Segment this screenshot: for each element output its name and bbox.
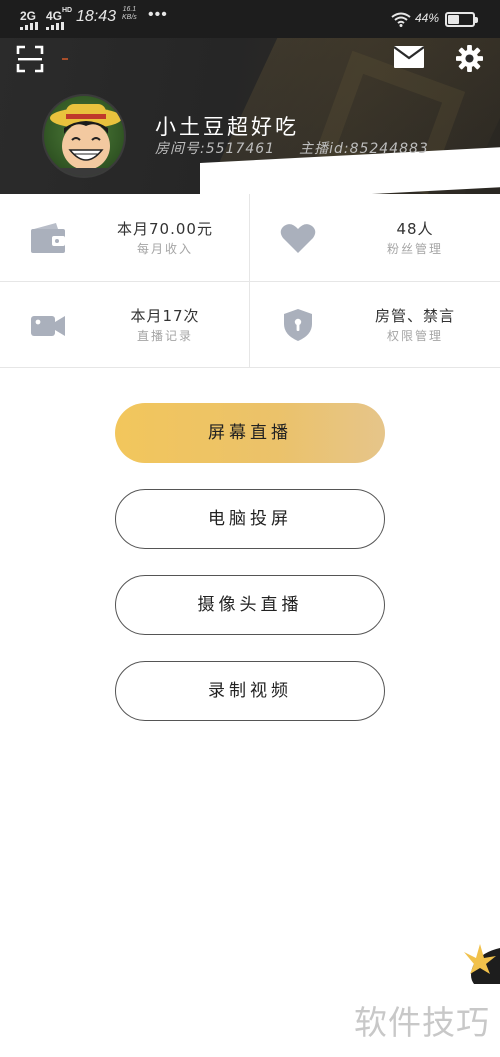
host-id-label: 主播id: [299, 141, 350, 157]
live-records-label: 直播记录 [136, 329, 193, 343]
monthly-income-value: 本月70.00元 [117, 220, 213, 238]
battery-nub [475, 17, 478, 23]
permissions-cell[interactable]: 房管、禁言 权限管理 [250, 281, 500, 368]
monthly-income-cell[interactable]: 本月70.00元 每月收入 [0, 194, 250, 281]
status-bar: 2G 4G HD 18:43 16.1 KB/s ••• 44% [0, 0, 500, 38]
mail-icon[interactable] [394, 46, 424, 68]
screen-live-button[interactable]: 屏幕直播 [115, 403, 385, 463]
battery-percent: 44% [415, 11, 440, 25]
signal-2g-label: 2G [20, 9, 37, 23]
shield-lock-icon [284, 309, 312, 341]
spark-decoration [62, 58, 68, 60]
floating-shortcut-icon[interactable] [454, 938, 500, 984]
heart-icon [280, 224, 316, 253]
avatar-character-image [50, 104, 122, 176]
watermark-text: 软件技巧 [354, 1003, 490, 1042]
video-camera-icon [31, 316, 65, 336]
live-records-cell[interactable]: 本月17次 直播记录 [0, 281, 250, 368]
username: 小土豆超好吃 [155, 115, 299, 139]
monthly-income-label: 每月收入 [136, 242, 193, 256]
live-records-value: 本月17次 [130, 307, 200, 325]
permissions-value: 房管、禁言 [374, 307, 455, 325]
permissions-label: 权限管理 [386, 329, 443, 343]
fans-management-cell[interactable]: 48人 粉丝管理 [250, 194, 500, 281]
gear-icon[interactable] [456, 45, 483, 72]
stats-grid: 本月70.00元 每月收入 48人 粉丝管理 本月17次 直播记录 房管、禁言 … [0, 194, 500, 368]
network-speed-unit: KB/s [122, 14, 137, 21]
network-speed-value: 16.1 [122, 6, 137, 13]
record-video-button[interactable]: 录制视频 [115, 661, 385, 721]
battery-level-fill [448, 15, 459, 24]
host-id: 85244883 [349, 141, 429, 157]
network-speed: 16.1 KB/s [122, 6, 137, 22]
clock: 18:43 [76, 8, 117, 25]
signal-bars-2-icon [46, 22, 64, 30]
live-dashboard-screen: 2G 4G HD 18:43 16.1 KB/s ••• 44% 小土豆超好吃 … [0, 0, 500, 1057]
scan-icon[interactable] [16, 45, 44, 73]
fans-management-label: 粉丝管理 [386, 242, 443, 256]
network-hd-label: HD [62, 7, 73, 14]
wallet-icon [31, 223, 65, 253]
signal-4g-label: 4G [46, 9, 63, 23]
wifi-icon [391, 12, 411, 27]
more-notifications-icon: ••• [148, 6, 168, 23]
room-info: 房间号:5517461 主播id:85244883 [155, 138, 429, 158]
avatar[interactable] [42, 94, 126, 178]
pc-cast-button[interactable]: 电脑投屏 [115, 489, 385, 549]
battery-icon [445, 12, 478, 27]
room-number-label: 房间号: [155, 141, 206, 157]
camera-live-button[interactable]: 摄像头直播 [115, 575, 385, 635]
fans-count: 48人 [396, 220, 434, 238]
signal-bars-icon [20, 22, 38, 30]
room-number: 5517461 [205, 141, 276, 157]
